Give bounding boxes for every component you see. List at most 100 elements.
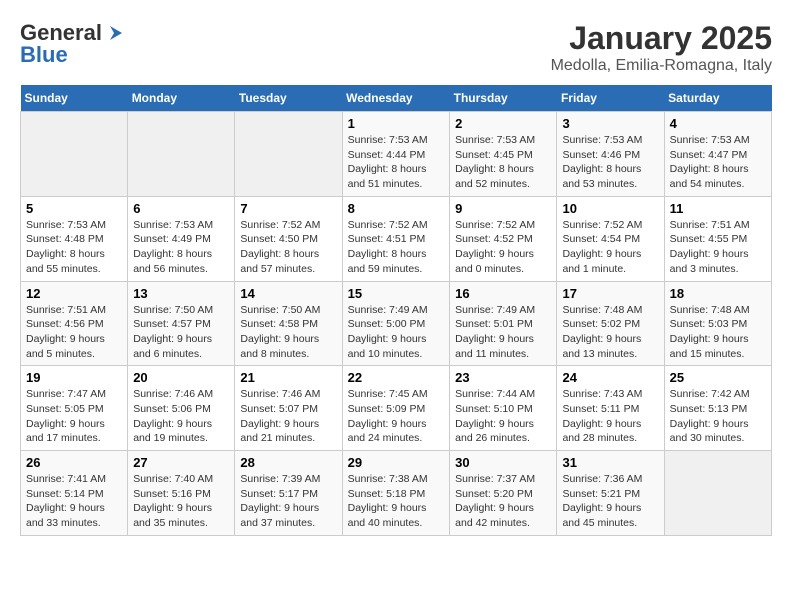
day-cell-15: 15 Sunrise: 7:49 AM Sunset: 5:00 PM Dayli…	[342, 281, 450, 366]
header-thursday: Thursday	[450, 85, 557, 112]
day-cell-11: 11Sunrise: 7:51 AM Sunset: 4:55 PM Dayli…	[664, 196, 771, 281]
day-cell-4: 4Sunrise: 7:53 AM Sunset: 4:47 PM Daylig…	[664, 112, 771, 197]
day-cell-21: 21 Sunrise: 7:46 AM Sunset: 5:07 PM Dayli…	[235, 366, 342, 451]
day-info: Sunrise: 7:53 AM Sunset: 4:45 PM Dayligh…	[455, 133, 551, 192]
day-cell-2: 2Sunrise: 7:53 AM Sunset: 4:45 PM Daylig…	[450, 112, 557, 197]
day-number: 15	[348, 286, 445, 301]
title-section: January 2025 Medolla, Emilia-Romagna, It…	[551, 20, 772, 75]
day-cell-16: 16 Sunrise: 7:49 AM Sunset: 5:01 PM Dayli…	[450, 281, 557, 366]
day-number: 13	[133, 286, 229, 301]
header-tuesday: Tuesday	[235, 85, 342, 112]
day-number: 16	[455, 286, 551, 301]
day-number: 12	[26, 286, 122, 301]
day-number: 18	[670, 286, 766, 301]
day-number: 21	[240, 370, 336, 385]
header-sunday: Sunday	[21, 85, 128, 112]
day-cell-18: 18Sunrise: 7:48 AM Sunset: 5:03 PM Dayli…	[664, 281, 771, 366]
day-info: Sunrise: 7:46 AM Sunset: 5:07 PM Dayligh…	[240, 387, 336, 446]
day-cell-7: 7 Sunrise: 7:52 AM Sunset: 4:50 PM Daylig…	[235, 196, 342, 281]
day-number: 22	[348, 370, 445, 385]
day-cell-10: 10 Sunrise: 7:52 AM Sunset: 4:54 PM Dayli…	[557, 196, 664, 281]
day-info: Sunrise: 7:52 AM Sunset: 4:54 PM Dayligh…	[562, 218, 658, 277]
week-row-5: 26 Sunrise: 7:41 AM Sunset: 5:14 PM Dayli…	[21, 451, 772, 536]
day-info: Sunrise: 7:48 AM Sunset: 5:02 PM Dayligh…	[562, 303, 658, 362]
day-info: Sunrise: 7:51 AM Sunset: 4:55 PM Dayligh…	[670, 218, 766, 277]
header-friday: Friday	[557, 85, 664, 112]
day-cell-19: 19Sunrise: 7:47 AM Sunset: 5:05 PM Dayli…	[21, 366, 128, 451]
day-cell-26: 26 Sunrise: 7:41 AM Sunset: 5:14 PM Dayli…	[21, 451, 128, 536]
day-info: Sunrise: 7:52 AM Sunset: 4:52 PM Dayligh…	[455, 218, 551, 277]
day-number: 4	[670, 116, 766, 131]
day-info: Sunrise: 7:50 AM Sunset: 4:58 PM Dayligh…	[240, 303, 336, 362]
day-cell-30: 30 Sunrise: 7:37 AM Sunset: 5:20 PM Dayli…	[450, 451, 557, 536]
day-number: 24	[562, 370, 658, 385]
week-row-1: 1 Sunrise: 7:53 AM Sunset: 4:44 PM Daylig…	[21, 112, 772, 197]
day-cell-23: 23 Sunrise: 7:44 AM Sunset: 5:10 PM Dayli…	[450, 366, 557, 451]
empty-cell	[235, 112, 342, 197]
day-info: Sunrise: 7:50 AM Sunset: 4:57 PM Dayligh…	[133, 303, 229, 362]
header-row: SundayMondayTuesdayWednesdayThursdayFrid…	[21, 85, 772, 112]
day-info: Sunrise: 7:42 AM Sunset: 5:13 PM Dayligh…	[670, 387, 766, 446]
header-saturday: Saturday	[664, 85, 771, 112]
day-info: Sunrise: 7:38 AM Sunset: 5:18 PM Dayligh…	[348, 472, 445, 531]
calendar-table: SundayMondayTuesdayWednesdayThursdayFrid…	[20, 85, 772, 536]
day-cell-25: 25Sunrise: 7:42 AM Sunset: 5:13 PM Dayli…	[664, 366, 771, 451]
day-cell-20: 20 Sunrise: 7:46 AM Sunset: 5:06 PM Dayli…	[128, 366, 235, 451]
day-number: 3	[562, 116, 658, 131]
day-info: Sunrise: 7:52 AM Sunset: 4:50 PM Dayligh…	[240, 218, 336, 277]
day-number: 30	[455, 455, 551, 470]
day-cell-6: 6Sunrise: 7:53 AM Sunset: 4:49 PM Daylig…	[128, 196, 235, 281]
day-info: Sunrise: 7:52 AM Sunset: 4:51 PM Dayligh…	[348, 218, 445, 277]
logo-bird-icon	[104, 22, 126, 44]
day-info: Sunrise: 7:36 AM Sunset: 5:21 PM Dayligh…	[562, 472, 658, 531]
header-wednesday: Wednesday	[342, 85, 450, 112]
day-number: 1	[348, 116, 445, 131]
day-cell-8: 8 Sunrise: 7:52 AM Sunset: 4:51 PM Daylig…	[342, 196, 450, 281]
month-title: January 2025	[551, 20, 772, 57]
day-cell-22: 22 Sunrise: 7:45 AM Sunset: 5:09 PM Dayli…	[342, 366, 450, 451]
day-number: 8	[348, 201, 445, 216]
day-number: 14	[240, 286, 336, 301]
header-monday: Monday	[128, 85, 235, 112]
day-cell-13: 13 Sunrise: 7:50 AM Sunset: 4:57 PM Dayli…	[128, 281, 235, 366]
day-number: 17	[562, 286, 658, 301]
day-info: Sunrise: 7:45 AM Sunset: 5:09 PM Dayligh…	[348, 387, 445, 446]
day-info: Sunrise: 7:44 AM Sunset: 5:10 PM Dayligh…	[455, 387, 551, 446]
empty-cell	[128, 112, 235, 197]
day-number: 23	[455, 370, 551, 385]
day-info: Sunrise: 7:37 AM Sunset: 5:20 PM Dayligh…	[455, 472, 551, 531]
day-info: Sunrise: 7:39 AM Sunset: 5:17 PM Dayligh…	[240, 472, 336, 531]
day-info: Sunrise: 7:49 AM Sunset: 5:01 PM Dayligh…	[455, 303, 551, 362]
day-number: 10	[562, 201, 658, 216]
day-info: Sunrise: 7:53 AM Sunset: 4:46 PM Dayligh…	[562, 133, 658, 192]
week-row-3: 12 Sunrise: 7:51 AM Sunset: 4:56 PM Dayli…	[21, 281, 772, 366]
empty-cell	[664, 451, 771, 536]
day-info: Sunrise: 7:46 AM Sunset: 5:06 PM Dayligh…	[133, 387, 229, 446]
week-row-4: 19Sunrise: 7:47 AM Sunset: 5:05 PM Dayli…	[21, 366, 772, 451]
day-info: Sunrise: 7:49 AM Sunset: 5:00 PM Dayligh…	[348, 303, 445, 362]
day-info: Sunrise: 7:40 AM Sunset: 5:16 PM Dayligh…	[133, 472, 229, 531]
day-info: Sunrise: 7:53 AM Sunset: 4:44 PM Dayligh…	[348, 133, 445, 192]
day-number: 31	[562, 455, 658, 470]
day-cell-9: 9 Sunrise: 7:52 AM Sunset: 4:52 PM Daylig…	[450, 196, 557, 281]
day-cell-29: 29 Sunrise: 7:38 AM Sunset: 5:18 PM Dayli…	[342, 451, 450, 536]
day-number: 6	[133, 201, 229, 216]
day-info: Sunrise: 7:41 AM Sunset: 5:14 PM Dayligh…	[26, 472, 122, 531]
week-row-2: 5Sunrise: 7:53 AM Sunset: 4:48 PM Daylig…	[21, 196, 772, 281]
day-info: Sunrise: 7:51 AM Sunset: 4:56 PM Dayligh…	[26, 303, 122, 362]
logo-blue-text: Blue	[20, 42, 68, 68]
day-number: 20	[133, 370, 229, 385]
logo: General Blue	[20, 20, 126, 68]
page-header: General Blue January 2025 Medolla, Emili…	[20, 20, 772, 75]
day-number: 27	[133, 455, 229, 470]
day-number: 26	[26, 455, 122, 470]
day-number: 29	[348, 455, 445, 470]
day-cell-28: 28 Sunrise: 7:39 AM Sunset: 5:17 PM Dayli…	[235, 451, 342, 536]
day-info: Sunrise: 7:43 AM Sunset: 5:11 PM Dayligh…	[562, 387, 658, 446]
day-number: 7	[240, 201, 336, 216]
day-cell-3: 3 Sunrise: 7:53 AM Sunset: 4:46 PM Daylig…	[557, 112, 664, 197]
day-number: 28	[240, 455, 336, 470]
day-cell-1: 1 Sunrise: 7:53 AM Sunset: 4:44 PM Daylig…	[342, 112, 450, 197]
empty-cell	[21, 112, 128, 197]
day-number: 9	[455, 201, 551, 216]
